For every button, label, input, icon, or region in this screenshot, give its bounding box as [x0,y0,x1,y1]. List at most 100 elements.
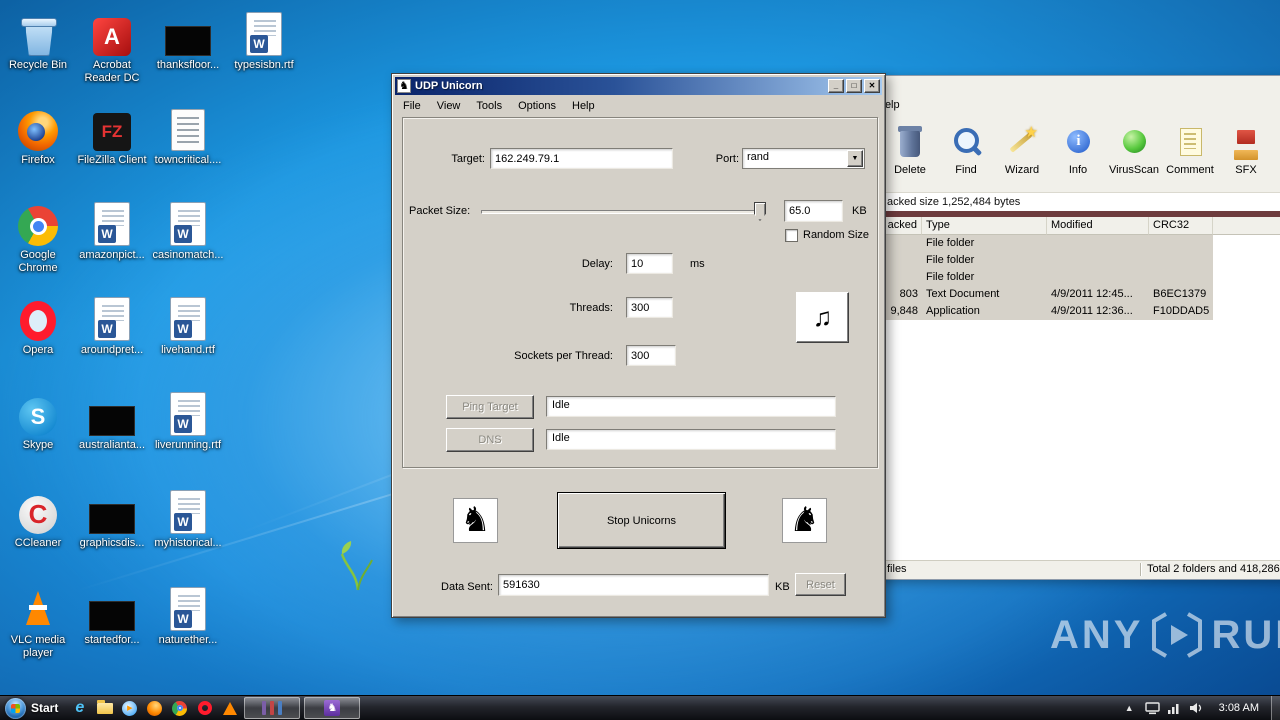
desktop-icon-recycle-bin[interactable]: Recycle Bin [0,8,76,72]
desktop-icon-skype[interactable]: S Skype [0,388,76,452]
toolbar-comment-button[interactable]: Comment [1162,126,1218,192]
display-tray-icon[interactable] [1144,701,1160,715]
desktop-icon-typesisbn[interactable]: typesisbn.rtf [226,8,302,72]
desktop-icon-label: Recycle Bin [8,59,68,71]
desktop-icon-label: Acrobat Reader DC [84,59,140,84]
menu-options[interactable]: Options [510,98,564,114]
desktop-icon-australianta[interactable]: australianta... [74,388,150,452]
desktop-icon-ccleaner[interactable]: C CCleaner [0,486,76,550]
column-header-type[interactable]: Type [922,217,1047,235]
desktop-icon-naturether[interactable]: naturether... [150,583,226,647]
reset-button[interactable]: Reset [795,573,846,596]
volume-tray-icon[interactable] [1189,702,1203,714]
taskbar-opera-icon[interactable] [193,697,216,719]
ping-target-button[interactable]: Ping Target [446,395,534,419]
desktop-icon-livehand[interactable]: livehand.rtf [150,293,226,357]
delay-input[interactable] [626,253,673,274]
stop-unicorns-button[interactable]: Stop Unicorns [557,492,726,549]
menu-file[interactable]: File [395,98,429,114]
data-sent-input[interactable] [498,574,769,596]
unicorn-image-right: ♞ [782,498,827,543]
column-header-crc32[interactable]: CRC32 [1149,217,1213,235]
toolbar-delete-button[interactable]: Delete [882,126,938,192]
taskbar-window-udp-unicorn[interactable]: ♞ [304,697,361,719]
toolbar-virusscan-button[interactable]: VirusScan [1106,126,1162,192]
taskbar-media-player-icon[interactable]: ▶ [118,697,141,719]
sockets-per-thread-input[interactable] [626,345,676,366]
toolbar-label: Delete [894,164,926,176]
packet-size-input[interactable] [784,200,843,222]
toolbar-label: Info [1068,164,1088,176]
network-tray-icon[interactable] [1167,702,1181,714]
desktop-icon-acrobat[interactable]: A Acrobat Reader DC [74,8,150,85]
packet-size-unit: KB [852,205,867,217]
close-button[interactable]: ✕ [864,79,880,93]
port-select[interactable]: rand ▼ [742,148,865,169]
column-header-modified[interactable]: Modified [1047,217,1149,235]
data-sent-label: Data Sent: [441,581,493,593]
windows-orb-icon [5,697,26,719]
dns-button[interactable]: DNS [446,428,534,452]
sfx-icon [1230,126,1262,162]
music-button[interactable]: ♫ [796,292,849,343]
toolbar-info-button[interactable]: Info [1050,126,1106,192]
desktop-icon-chrome[interactable]: Google Chrome [0,198,76,275]
titlebar[interactable]: ♞ UDP Unicorn _ □ ✕ [395,77,882,95]
target-input[interactable] [490,148,673,169]
folder-icon [96,699,113,714]
desktop-icon-label: amazonpict... [79,249,145,261]
desktop-icon-casinomatch[interactable]: casinomatch... [150,198,226,262]
black-file-icon [89,406,135,436]
toolbar-sfx-button[interactable]: SFX [1218,126,1274,192]
random-size-checkbox[interactable] [785,229,798,242]
menu-view[interactable]: View [429,98,469,114]
toolbar-find-button[interactable]: Find [938,126,994,192]
black-file-icon [89,504,135,534]
maximize-button[interactable]: □ [846,79,862,93]
taskbar-firefox-icon[interactable] [143,697,166,719]
taskbar-window-archiver[interactable] [244,697,301,719]
minimize-button[interactable]: _ [828,79,844,93]
target-label: Target: [451,153,485,165]
desktop-icon-label: aroundpret... [80,344,144,356]
desktop-icon-vlc[interactable]: VLC media player [0,583,76,660]
desktop-icon-liverunning[interactable]: liverunning.rtf [150,388,226,452]
desktop-icon-aroundpret[interactable]: aroundpret... [74,293,150,357]
window-title: UDP Unicorn [415,80,483,92]
taskbar-clock[interactable]: 3:08 AM [1207,702,1271,714]
packet-size-slider-track[interactable] [481,210,765,214]
menu-tools[interactable]: Tools [468,98,510,114]
sockets-per-thread-label: Sockets per Thread: [514,350,613,362]
document-icon [171,109,205,151]
wallpaper-sprout [340,541,373,591]
desktop-icon-amazonpict[interactable]: amazonpict... [74,198,150,262]
desktop-icon-myhistorical[interactable]: myhistorical... [150,486,226,550]
archiver-icon [262,701,267,715]
desktop-icon-filezilla[interactable]: FZ FileZilla Client [74,103,150,167]
toolbar-wizard-button[interactable]: Wizard [994,123,1050,192]
desktop-icon-opera[interactable]: Opera [0,293,76,357]
show-hidden-icons-arrow[interactable]: ▲ [1118,703,1141,713]
taskbar-ie-icon[interactable]: e [68,697,91,719]
desktop-icon-label: casinomatch... [152,249,224,261]
desktop-icon-graphicsdis[interactable]: graphicsdis... [74,486,150,550]
find-icon [950,126,982,162]
desktop-icon-towncritical[interactable]: towncritical.... [150,103,226,167]
dropdown-arrow-icon[interactable]: ▼ [847,150,863,167]
recycle-bin-icon [21,14,57,56]
start-button[interactable]: Start [0,696,67,720]
threads-input[interactable] [626,297,673,318]
reset-label: Reset [806,578,835,591]
desktop-icon-startedfor[interactable]: startedfor... [74,583,150,647]
archiver-icon [278,701,283,715]
menu-help[interactable]: Help [564,98,603,114]
taskbar-chrome-icon[interactable] [168,697,191,719]
media-player-icon: ▶ [122,700,138,716]
show-desktop-button[interactable] [1271,696,1280,720]
taskbar-explorer-icon[interactable] [93,697,116,719]
app-unicorn-icon: ♞ [397,79,411,93]
desktop-icon-firefox[interactable]: Firefox [0,103,76,167]
desktop-icon-thanksfloor[interactable]: thanksfloor... [150,8,226,72]
taskbar-vlc-icon[interactable] [218,697,241,719]
column-header-filler [1213,217,1280,235]
